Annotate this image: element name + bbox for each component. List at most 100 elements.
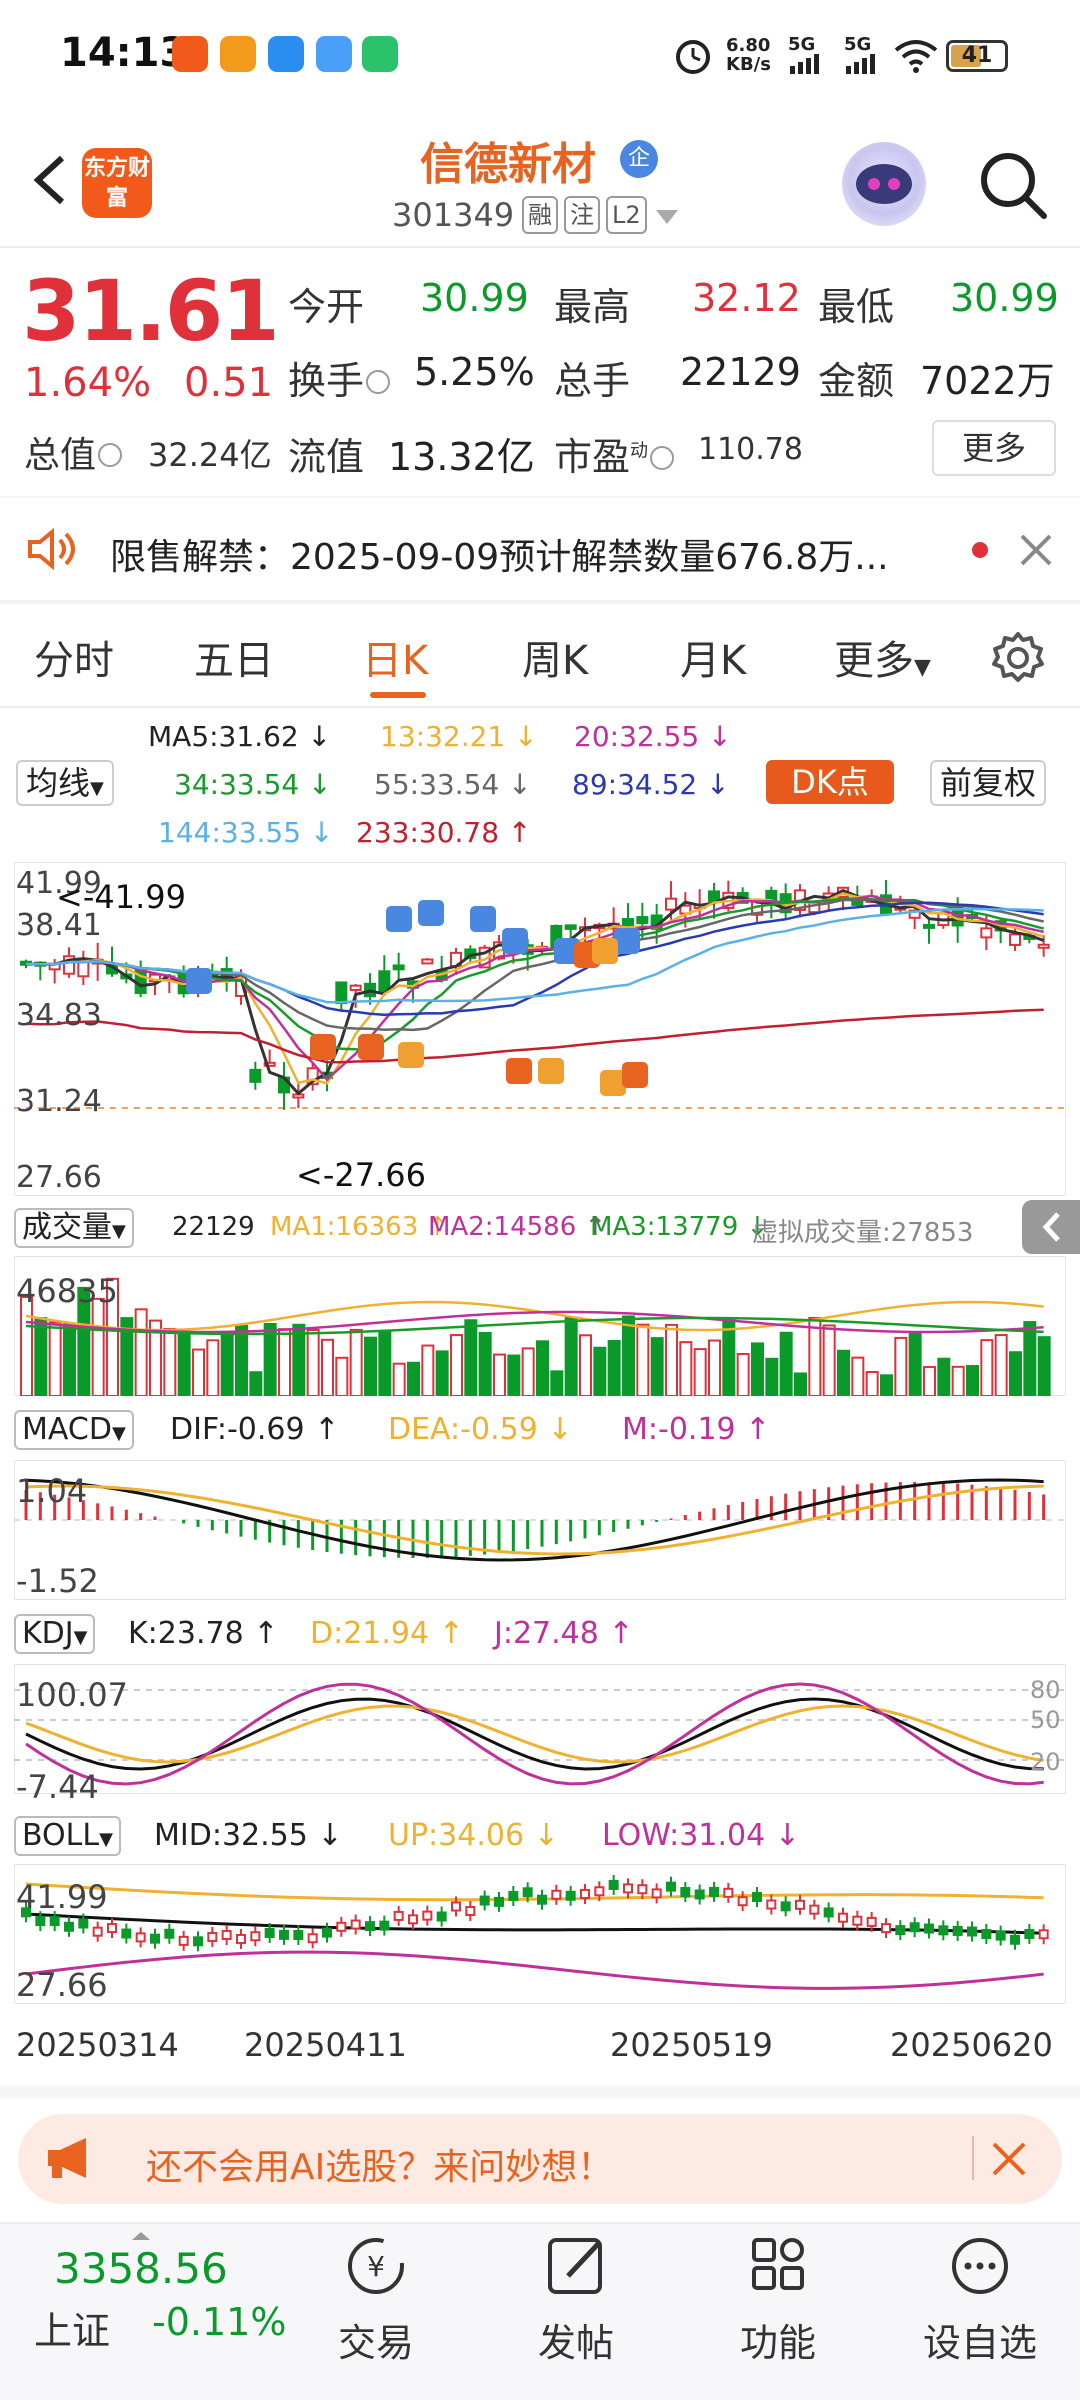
- kdj-bottom-label: -7.44: [16, 1768, 99, 1806]
- more-quote-button[interactable]: 更多: [932, 420, 1056, 476]
- functions-grid-icon[interactable]: [708, 2232, 848, 2302]
- nav-trade[interactable]: 交易: [306, 2312, 446, 2367]
- volume-bar: [923, 1366, 936, 1396]
- low-marker: <-27.66: [296, 1156, 426, 1194]
- promo-text[interactable]: 还不会用AI选股？来问妙想！: [146, 2138, 613, 2190]
- dk-point-button[interactable]: DK点: [766, 760, 894, 804]
- candle: [923, 923, 935, 929]
- volume-bar: [192, 1348, 205, 1396]
- boll-candle: [78, 1918, 89, 1929]
- boll-candle: [92, 1926, 103, 1937]
- volume-bar: [235, 1324, 248, 1396]
- collapse-panel-button[interactable]: [1022, 1200, 1080, 1254]
- index-value[interactable]: 3358.56: [54, 2244, 228, 2293]
- volume-bar: [349, 1328, 363, 1396]
- nav-add-watchlist[interactable]: 设自选: [910, 2312, 1050, 2367]
- macd-dif: DIF:-0.69 ↑: [170, 1412, 340, 1447]
- kdj-chart[interactable]: [14, 1664, 1066, 1794]
- tab-intraday[interactable]: 分时: [34, 628, 114, 686]
- search-icon[interactable]: [976, 148, 1050, 222]
- boll-selector[interactable]: BOLL▼: [14, 1816, 121, 1856]
- info-icon[interactable]: [650, 445, 675, 470]
- boll-candle: [981, 1929, 992, 1940]
- tab-monthly-k[interactable]: 月K: [680, 628, 746, 686]
- chevron-down-icon: ▼: [90, 778, 104, 799]
- x-date-label: 20250314: [16, 2026, 179, 2064]
- boll-candle: [995, 1930, 1006, 1941]
- info-icon[interactable]: [366, 369, 391, 394]
- nav-post[interactable]: 发帖: [506, 2312, 646, 2367]
- float-value-label: 流值: [288, 435, 365, 479]
- chart-frame: [14, 1460, 1066, 1600]
- volume-bar: [421, 1344, 435, 1396]
- volume-bar: [851, 1356, 865, 1396]
- candle: [392, 964, 405, 971]
- ma144-legend: 144:33.55 ↓: [158, 816, 334, 849]
- settings-gear-icon[interactable]: [990, 630, 1046, 686]
- tab-more[interactable]: 更多▼: [834, 628, 931, 686]
- volume-chart[interactable]: [14, 1256, 1066, 1396]
- chevron-down-icon[interactable]: [654, 206, 680, 226]
- index-change[interactable]: -0.11%: [152, 2300, 286, 2344]
- boll-candle: [1010, 1934, 1020, 1945]
- post-edit-icon[interactable]: [506, 2232, 646, 2302]
- volume-ma2: MA2:14586 ↑: [428, 1212, 607, 1242]
- chevron-up-icon[interactable]: [130, 2230, 152, 2242]
- volume-max-label: 46835: [16, 1272, 118, 1310]
- ai-assistant-avatar[interactable]: [842, 142, 926, 226]
- tab-daily-k[interactable]: 日K: [362, 628, 428, 686]
- ma-selector[interactable]: 均线▼: [16, 760, 114, 806]
- trade-icon[interactable]: ¥: [306, 2232, 446, 2302]
- macd-selector[interactable]: MACD▼: [14, 1410, 134, 1450]
- macd-chart[interactable]: [14, 1460, 1066, 1600]
- tab-weekly-k[interactable]: 周K: [522, 628, 588, 686]
- candle: [349, 984, 362, 991]
- tag-margin[interactable]: 融: [522, 196, 558, 234]
- boll-candle: [422, 1910, 433, 1921]
- status-time: 14:13: [60, 30, 188, 76]
- back-arrow-icon[interactable]: [24, 150, 84, 210]
- kdj-selector[interactable]: KDJ▼: [14, 1614, 96, 1654]
- macd-dea: DEA:-0.59 ↓: [388, 1412, 573, 1447]
- volume-bar: [63, 1323, 76, 1396]
- pe-label: 市盈动: [554, 426, 676, 481]
- volume-bar: [937, 1357, 951, 1396]
- boll-candle: [666, 1881, 676, 1892]
- volume-bar: [48, 1321, 62, 1396]
- close-icon[interactable]: [990, 2140, 1028, 2178]
- boll-chart[interactable]: [14, 1864, 1066, 2004]
- volume-selector[interactable]: 成交量▼: [14, 1208, 134, 1248]
- notice-text[interactable]: 限售解禁：2025-09-09预计解禁数量676.8万...: [110, 528, 889, 580]
- boll-candle: [938, 1925, 949, 1936]
- price-adjust-button[interactable]: 前复权: [930, 760, 1047, 806]
- add-watchlist-icon[interactable]: [910, 2232, 1050, 2302]
- volume-total: 22129: [172, 1212, 255, 1242]
- app-notification-icon: [268, 36, 304, 72]
- boll-candle: [594, 1886, 605, 1897]
- turnover-value: 5.25%: [414, 350, 535, 394]
- volume-bar: [751, 1342, 764, 1396]
- index-name[interactable]: 上证: [34, 2300, 110, 2355]
- macd-bottom-label: -1.52: [16, 1562, 99, 1600]
- signal-marker: [506, 1058, 532, 1084]
- candle: [636, 916, 649, 925]
- nav-functions[interactable]: 功能: [708, 2312, 848, 2367]
- high-value: 32.12: [692, 276, 801, 320]
- boll-candle: [909, 1922, 920, 1933]
- tag-level2[interactable]: L2: [606, 196, 647, 234]
- boll-candle: [279, 1929, 289, 1940]
- info-icon[interactable]: [98, 443, 123, 467]
- amount-label: 金额: [818, 359, 895, 403]
- chevron-down-icon: ▼: [914, 655, 931, 680]
- volume-bar: [822, 1324, 836, 1396]
- boll-candle: [264, 1927, 275, 1938]
- tag-registered[interactable]: 注: [564, 196, 600, 234]
- close-icon[interactable]: [1018, 532, 1054, 568]
- ma20-legend: 20:32.55 ↓: [574, 720, 732, 753]
- boll-candle: [766, 1899, 777, 1910]
- svg-text:¥: ¥: [367, 2250, 385, 2283]
- kdj-ref-20: 20: [1030, 1748, 1061, 1776]
- candle: [249, 1068, 262, 1083]
- y-label: 34.83: [16, 998, 102, 1033]
- tab-five-day[interactable]: 五日: [194, 628, 274, 686]
